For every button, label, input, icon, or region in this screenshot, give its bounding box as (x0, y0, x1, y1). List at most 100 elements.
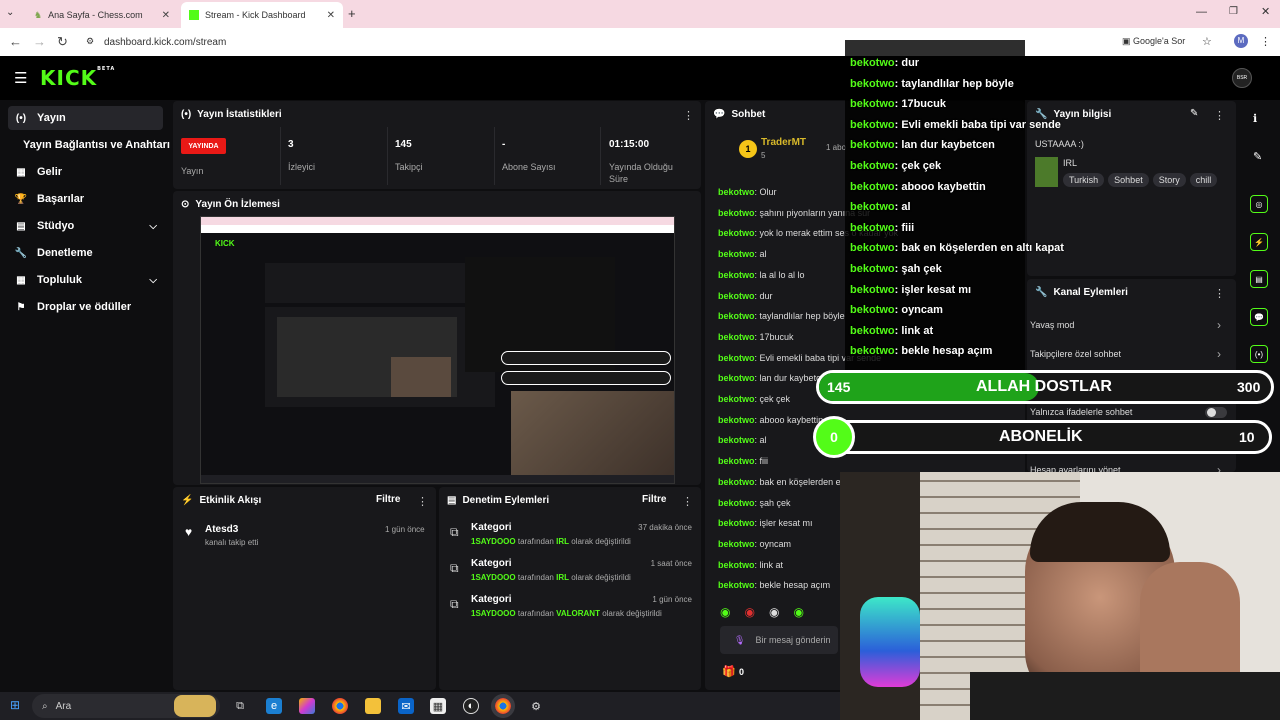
chat-username[interactable]: bekotwo (718, 435, 755, 445)
back-icon[interactable]: ← (9, 34, 22, 49)
rail-target-icon[interactable]: ◎ (1250, 195, 1268, 213)
mod-actor[interactable]: 1SAYDOOO (471, 537, 516, 546)
sidebar-item-basarilar[interactable]: 🏆 Başarılar (8, 187, 163, 211)
chat-username[interactable]: bekotwo (718, 249, 755, 259)
emote-icon[interactable]: ◉ (744, 605, 754, 621)
chevron-right-icon[interactable]: › (1217, 318, 1221, 332)
url-field[interactable]: ⚙ dashboard.kick.com/stream ▣ Google'a S… (78, 32, 1271, 52)
chat-username[interactable]: bekotwo (718, 498, 755, 508)
menu-icon[interactable]: ⋮ (1260, 35, 1271, 48)
info-icon[interactable]: ℹ (1253, 112, 1257, 125)
more-icon[interactable]: ⋮ (417, 495, 428, 508)
edit-icon[interactable]: ✎ (1190, 108, 1198, 119)
new-tab-button[interactable]: + (348, 6, 356, 21)
outlook-icon[interactable]: ✉ (398, 698, 414, 714)
chat-username[interactable]: bekotwo (718, 580, 755, 590)
chat-username[interactable]: bekotwo (718, 456, 755, 466)
sidebar-item-studyo[interactable]: ▤ Stüdyo ⌵ (8, 214, 163, 238)
sidebar-item-yayin[interactable]: (•) Yayın (8, 106, 163, 130)
emote-icon[interactable]: ◉ (769, 605, 779, 621)
mod-actor[interactable]: 1SAYDOOO (471, 609, 516, 618)
channel-action-label[interactable]: Yalnızca ifadelerle sohbet (1030, 407, 1132, 417)
gift-icon[interactable]: 🎁 (722, 665, 736, 678)
google-ask-button[interactable]: ▣ Google'a Sor (1122, 36, 1185, 47)
restore-icon[interactable]: ❐ (1229, 6, 1238, 17)
sidebar-item-stream-key[interactable]: Yayın Bağlantısı ve Anahtarı (18, 133, 170, 157)
emote-icon[interactable]: ◉ (720, 605, 730, 621)
rail-broadcast-icon[interactable]: (•) (1250, 345, 1268, 363)
tab-list-icon[interactable]: ⌄ (6, 7, 14, 18)
bookmark-icon[interactable]: ☆ (1202, 35, 1212, 48)
chat-username[interactable]: bekotwo (718, 353, 755, 363)
chat-username[interactable]: bekotwo (718, 415, 755, 425)
profile-avatar[interactable]: M (1234, 34, 1248, 48)
chrome-active-icon[interactable] (491, 694, 515, 718)
pencil-icon[interactable]: ✎ (1253, 150, 1262, 163)
minimize-icon[interactable]: — (1196, 6, 1207, 18)
rail-doc-icon[interactable]: ▤ (1250, 270, 1268, 288)
tab-kick[interactable]: Stream - Kick Dashboard ✕ (181, 2, 343, 28)
channel-action-label[interactable]: Takipçilere özel sohbet (1030, 349, 1121, 359)
stream-preview-video[interactable]: KICK (200, 216, 675, 484)
reload-icon[interactable]: ↻ (57, 34, 68, 50)
sidebar-item-gelir[interactable]: ▦ Gelir (8, 160, 163, 184)
more-icon[interactable]: ⋮ (682, 495, 693, 508)
obs-icon[interactable]: ◐ (463, 698, 479, 714)
activity-user[interactable]: Atesd3 (205, 524, 238, 535)
chat-username[interactable]: bekotwo (718, 228, 755, 238)
chat-username[interactable]: bekotwo (718, 187, 755, 197)
settings-icon[interactable]: ⚙ (528, 698, 544, 714)
toggle-switch[interactable] (1205, 407, 1227, 418)
tag-chip[interactable]: chill (1189, 173, 1218, 187)
task-view-icon[interactable]: ⧉ (232, 698, 248, 714)
tag-chip[interactable]: Sohbet (1108, 173, 1149, 187)
chat-username[interactable]: bekotwo (718, 518, 755, 528)
mic-icon[interactable]: 🎙 (734, 635, 745, 646)
avatar[interactable]: BSR (1232, 68, 1252, 88)
chevron-right-icon[interactable]: › (1217, 347, 1221, 361)
windows-start-icon[interactable]: ⊞ (10, 698, 20, 712)
pinned-user[interactable]: TraderMT (761, 137, 806, 148)
store-icon[interactable]: ▦ (430, 698, 446, 714)
hamburger-icon[interactable]: ☰ (14, 69, 27, 87)
chat-username[interactable]: bekotwo (718, 539, 755, 549)
rail-bolt-icon[interactable]: ⚡ (1250, 233, 1268, 251)
chat-username[interactable]: bekotwo (718, 560, 755, 570)
mod-actor[interactable]: 1SAYDOOO (471, 573, 516, 582)
chat-username[interactable]: bekotwo (718, 208, 755, 218)
chat-username[interactable]: bekotwo (718, 373, 755, 383)
chat-username[interactable]: bekotwo (718, 311, 755, 321)
more-icon[interactable]: ⋮ (1214, 109, 1225, 122)
more-icon[interactable]: ⋮ (1214, 287, 1225, 300)
category-name[interactable]: IRL (1063, 158, 1077, 168)
rail-chat-icon[interactable]: 💬 (1250, 308, 1268, 326)
close-icon[interactable]: ✕ (162, 10, 170, 21)
sidebar-item-droplar[interactable]: ⚑ Droplar ve ödüller (8, 295, 163, 319)
chrome-icon[interactable] (332, 698, 348, 714)
emote-icon[interactable]: ◉ (793, 605, 803, 621)
edge-icon[interactable]: e (266, 698, 282, 714)
chevron-down-icon[interactable]: ⌵ (149, 221, 157, 232)
taskbar-search[interactable]: ⌕ Ara (32, 694, 220, 718)
chat-username[interactable]: bekotwo (718, 332, 755, 342)
chat-input[interactable]: 🎙 Bir mesaj gönderin (720, 626, 838, 654)
chat-username[interactable]: bekotwo (718, 477, 755, 487)
forward-icon[interactable]: → (33, 34, 46, 49)
chat-username[interactable]: bekotwo (718, 394, 755, 404)
tag-chip[interactable]: Turkish (1063, 173, 1105, 187)
sidebar-item-denetleme[interactable]: 🔧 Denetleme (8, 241, 163, 265)
close-icon[interactable]: ✕ (327, 10, 335, 21)
chat-username[interactable]: bekotwo (718, 291, 755, 301)
more-icon[interactable]: ⋮ (683, 109, 694, 122)
tab-chess[interactable]: ♞ Ana Sayfa - Chess.com ✕ (26, 2, 178, 28)
chevron-down-icon[interactable]: ⌵ (149, 275, 157, 286)
tag-chip[interactable]: Story (1152, 173, 1186, 187)
sidebar-item-topluluk[interactable]: ▦ Topluluk ⌵ (8, 268, 163, 292)
site-settings-icon[interactable]: ⚙ (86, 36, 94, 47)
kick-logo[interactable]: KICKBETA (40, 66, 115, 90)
moderation-filter-button[interactable]: Filtre (642, 494, 666, 505)
chat-username[interactable]: bekotwo (718, 270, 755, 280)
channel-action-label[interactable]: Yavaş mod (1030, 320, 1074, 330)
close-window-icon[interactable]: ✕ (1261, 5, 1270, 18)
copilot-icon[interactable] (299, 698, 315, 714)
